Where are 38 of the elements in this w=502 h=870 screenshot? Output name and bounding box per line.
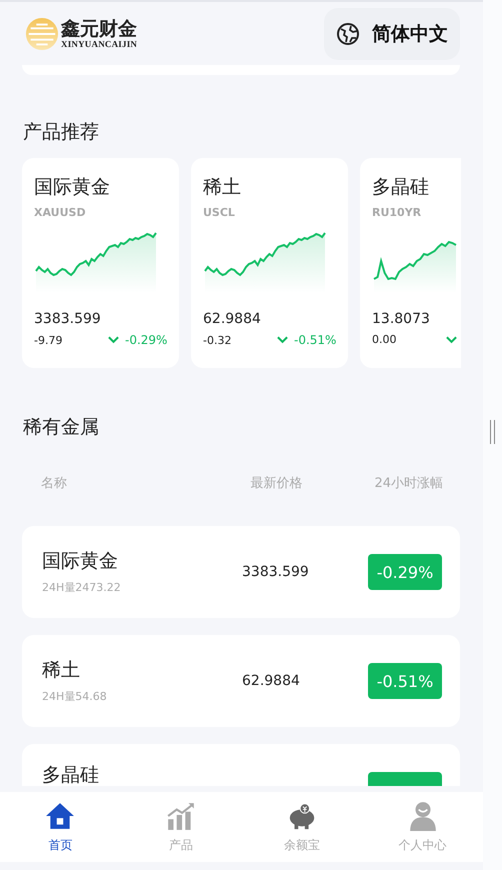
metal-name: 稀土 — [42, 658, 81, 680]
price-change: 0.00 — [372, 333, 398, 346]
product-card[interactable]: 稀土 USCL 62.9884 -0.32 -0.51% — [191, 158, 348, 368]
price-change: -9.79 — [34, 334, 64, 346]
language-button[interactable]: 简体中文 — [324, 8, 460, 60]
product-name: 多晶硅 — [372, 175, 430, 200]
price-change: -0.32 — [203, 334, 232, 346]
metal-price: 62.9884 — [242, 673, 301, 689]
metal-name: 多晶硅 — [42, 764, 100, 786]
column-header: 名称 — [41, 475, 68, 492]
percent-change: -0.51% — [294, 333, 336, 347]
column-header: 最新价格 — [250, 475, 304, 492]
metal-row[interactable]: 多晶硅 — [22, 744, 460, 786]
section-title: 稀有金属 — [22, 415, 100, 438]
product-card[interactable]: 国际黄金 XAUUSD 3383.599 -9.79 -0.29% — [22, 158, 179, 368]
volume-text: 24H量2473.22 — [42, 580, 122, 594]
metal-row[interactable]: 国际黄金 24H量2473.22 3383.599 -0.29% — [22, 526, 460, 618]
metal-name: 国际黄金 — [42, 550, 119, 572]
product-price: 3383.599 — [34, 311, 102, 327]
product-name: 稀土 — [203, 175, 242, 200]
column-header: 24小时涨幅 — [374, 475, 443, 492]
change-badge: -0.51% — [368, 663, 442, 699]
product-symbol: RU10YR — [372, 206, 422, 219]
product-price: 13.8073 — [372, 311, 431, 327]
product-name: 国际黄金 — [34, 175, 111, 200]
product-symbol: USCL — [203, 206, 236, 219]
product-card[interactable]: 多晶硅 RU10YR 13.8073 0.00 — [360, 158, 461, 368]
logo-subtitle: XINYUANCAIJIN — [61, 38, 138, 48]
product-price: 62.9884 — [203, 311, 262, 327]
logo-title: 鑫元财金 — [61, 18, 138, 38]
nav-tab[interactable]: 首页 — [0, 792, 121, 862]
change-badge: -0.29% — [368, 554, 442, 590]
section-title: 产品推荐 — [22, 120, 100, 143]
volume-text: 24H量54.68 — [42, 688, 108, 704]
metal-row[interactable]: 稀土 24H量54.68 62.9884 -0.51% — [22, 635, 460, 727]
product-symbol: XAUUSD — [34, 206, 87, 219]
metal-price: 3383.599 — [242, 564, 310, 580]
percent-change: -0.29% — [125, 333, 168, 347]
